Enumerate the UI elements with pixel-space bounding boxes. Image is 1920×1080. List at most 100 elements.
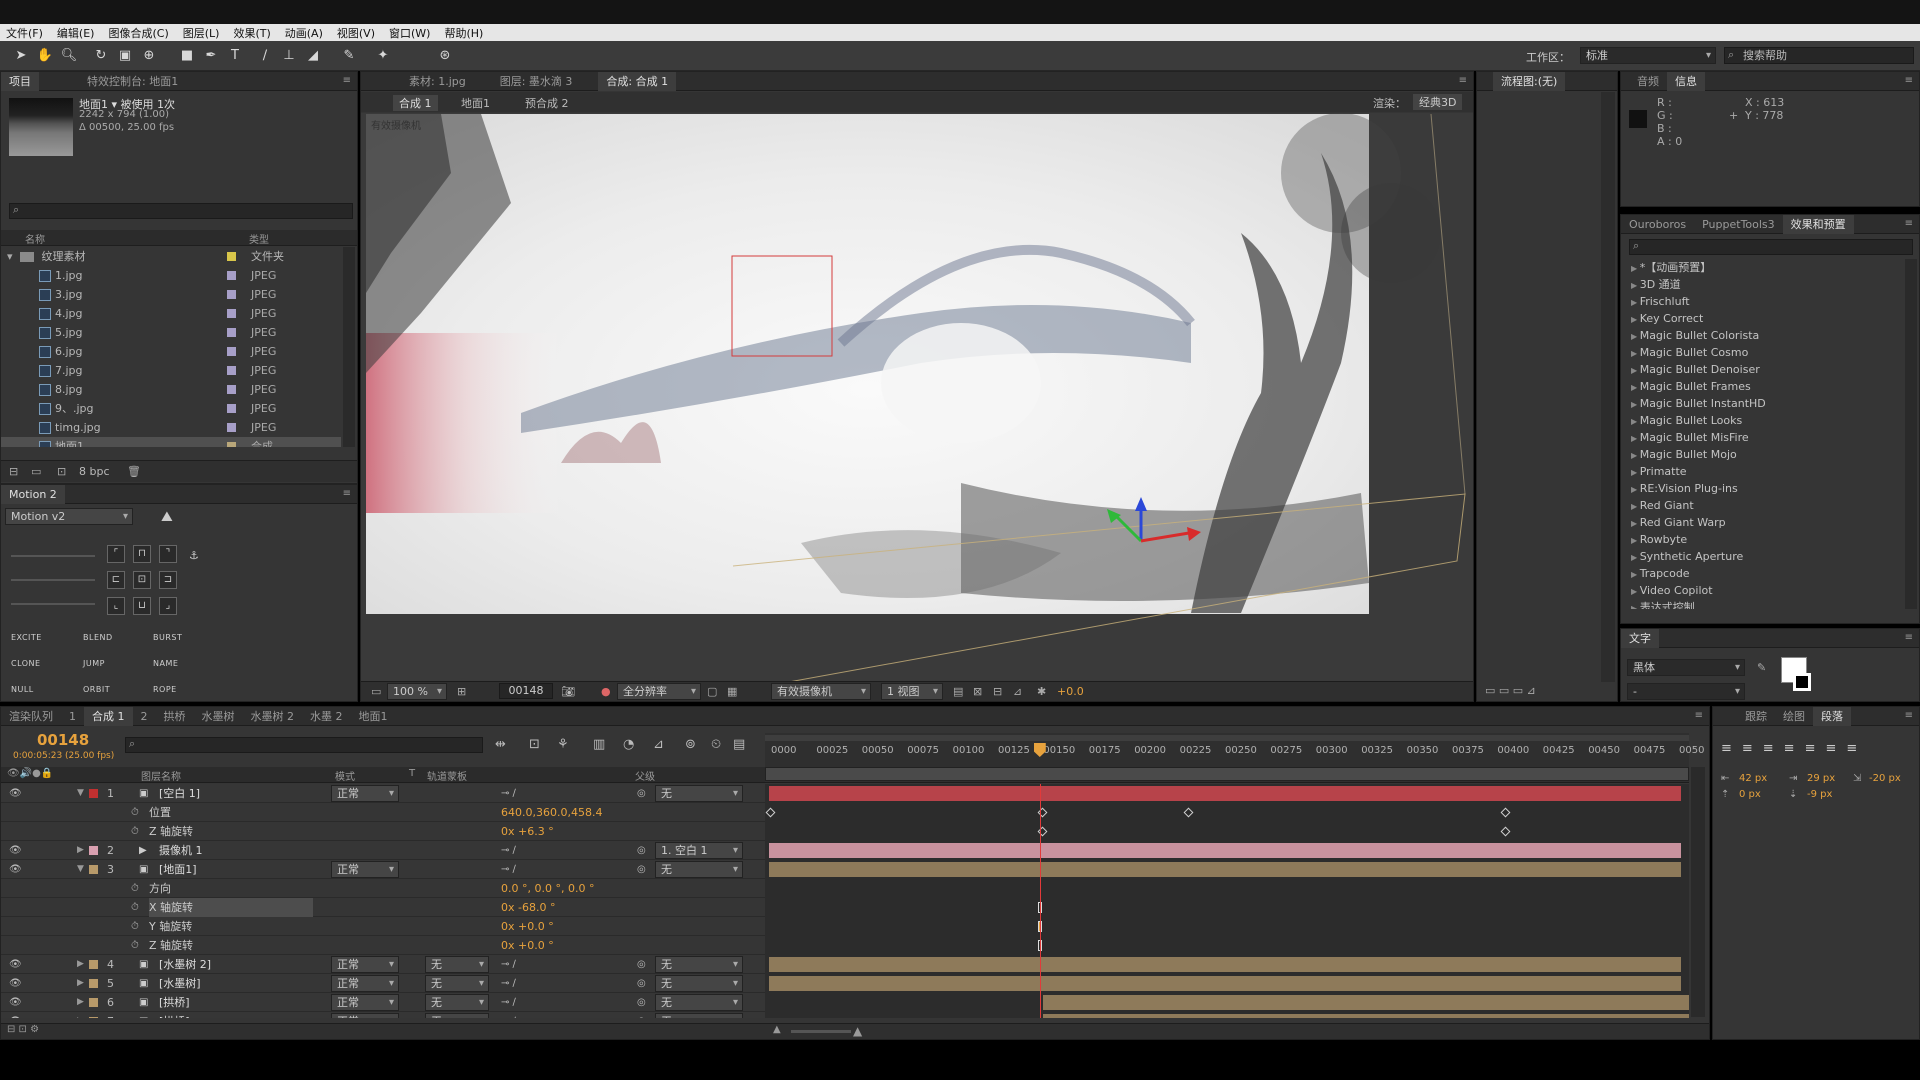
- panel-menu-icon[interactable]: ≡: [1459, 75, 1467, 86]
- keyframe[interactable]: [1501, 826, 1511, 837]
- color-channels-icon[interactable]: ●: [601, 685, 611, 698]
- track-matte-dropdown[interactable]: 无: [425, 975, 489, 992]
- anchor-button-icon[interactable]: ⌝: [159, 545, 177, 563]
- layer-switches-icon[interactable]: ⊸ ∕: [501, 860, 516, 879]
- anchor-button-icon[interactable]: ⊔: [133, 597, 151, 615]
- tab-ouroboros[interactable]: Ouroboros: [1621, 215, 1694, 234]
- tab-info[interactable]: 信息: [1667, 71, 1705, 91]
- layer-row[interactable]: 👁︎ ▶ 6 ▣ [拱桥] 正常 无 ⊸ ∕ ◎ 无: [1, 993, 765, 1012]
- puppet-tool-icon[interactable]: ✦: [374, 47, 392, 65]
- effect-category[interactable]: Rowbyte: [1631, 531, 1687, 548]
- effect-category[interactable]: Trapcode: [1631, 565, 1690, 582]
- tab-puppettools[interactable]: PuppetTools3: [1694, 215, 1783, 234]
- blend-mode-dropdown[interactable]: 正常: [331, 785, 399, 802]
- stopwatch-icon[interactable]: ⏱: [131, 936, 139, 955]
- effect-category[interactable]: *【动画预置】: [1631, 259, 1712, 276]
- timeline-switches-icon[interactable]: ⊟ ⊡ ⚙: [7, 1024, 39, 1035]
- panel-menu-icon[interactable]: ≡: [343, 75, 351, 86]
- column-track-matte[interactable]: 轨道蒙板: [427, 768, 467, 783]
- layer-row[interactable]: 👁︎ ▶ 2 ▶ 摄像机 1 ⊸ ∕ ◎ 1. 空白 1: [1, 841, 765, 860]
- parent-dropdown[interactable]: 无: [655, 956, 743, 973]
- timeline-search-input[interactable]: [125, 737, 483, 753]
- parent-dropdown[interactable]: 无: [655, 1013, 743, 1018]
- effect-category[interactable]: Magic Bullet Frames: [1631, 378, 1751, 395]
- keyframe[interactable]: [765, 807, 776, 818]
- roto-brush-tool-icon[interactable]: ✎: [340, 47, 358, 65]
- list-item[interactable]: 地面1 合成: [1, 437, 341, 447]
- stopwatch-icon[interactable]: ⏱: [131, 898, 139, 917]
- stroke-color-swatch[interactable]: [1793, 673, 1811, 691]
- property-value[interactable]: 0x -68.0 °: [501, 898, 555, 917]
- excite-button[interactable]: EXCITE: [11, 633, 42, 642]
- space-before-value[interactable]: 0 px: [1739, 789, 1761, 800]
- name-button[interactable]: NAME: [153, 659, 178, 668]
- type-tool-icon[interactable]: T: [226, 47, 244, 65]
- layer-duration-bar[interactable]: [769, 786, 1681, 801]
- region-of-interest-icon[interactable]: ▢: [707, 685, 717, 698]
- frame-blending-icon[interactable]: ▥: [593, 737, 605, 752]
- column-layer-name[interactable]: 图层名称: [141, 768, 181, 783]
- current-time-indicator[interactable]: [1039, 784, 1041, 1018]
- menu-view[interactable]: 视图(V): [337, 25, 375, 41]
- label-color[interactable]: [89, 865, 98, 874]
- list-item[interactable]: 7.jpg JPEG: [1, 361, 341, 380]
- label-color[interactable]: [89, 998, 98, 1007]
- list-item[interactable]: 1.jpg JPEG: [1, 266, 341, 285]
- layer-duration-bar[interactable]: [769, 843, 1681, 858]
- effect-category[interactable]: Red Giant: [1631, 497, 1694, 514]
- motion-slider-1[interactable]: [11, 555, 95, 557]
- twirl-icon[interactable]: ▶: [77, 993, 84, 1012]
- panel-menu-icon[interactable]: ≡: [1905, 75, 1913, 86]
- tab-audio[interactable]: 音频: [1629, 72, 1667, 91]
- keyframe[interactable]: [1183, 807, 1194, 818]
- flowchart-scrollbar[interactable]: [1601, 92, 1615, 682]
- eraser-tool-icon[interactable]: ◢: [304, 47, 322, 65]
- tab-effects-presets[interactable]: 效果和预置: [1782, 214, 1854, 234]
- timeline-zoom-slider[interactable]: [791, 1030, 851, 1033]
- label-color[interactable]: [89, 960, 98, 969]
- menu-help[interactable]: 帮助(H): [444, 25, 483, 41]
- selection-tool-icon[interactable]: ➤: [12, 47, 30, 65]
- visibility-icon[interactable]: 👁︎: [9, 974, 22, 993]
- effect-category[interactable]: Magic Bullet MisFire: [1631, 429, 1749, 446]
- timeline-icon[interactable]: ⊟: [993, 685, 1002, 698]
- effect-category[interactable]: 3D 通道: [1631, 276, 1681, 293]
- visibility-icon[interactable]: 👁︎: [9, 955, 22, 974]
- label-color[interactable]: [89, 789, 98, 798]
- label-color[interactable]: [89, 846, 98, 855]
- twirl-icon[interactable]: ▶: [77, 841, 84, 860]
- brush-tool-icon[interactable]: ∕: [256, 47, 274, 65]
- anchor-button-icon[interactable]: ⌟: [159, 597, 177, 615]
- layer-duration-bar[interactable]: [1043, 1014, 1689, 1018]
- stopwatch-icon[interactable]: ⏱: [131, 879, 139, 898]
- new-comp-icon[interactable]: ⊡: [57, 465, 66, 478]
- anchor-icon[interactable]: ⚓: [189, 549, 199, 562]
- tab-comp-1-short[interactable]: 1: [61, 707, 84, 726]
- layer-row[interactable]: 👁︎ ▶ 5 ▣ [水墨树] 正常 无 ⊸ ∕ ◎ 无: [1, 974, 765, 993]
- camera-view-dropdown[interactable]: 有效摄像机: [771, 683, 871, 700]
- list-item[interactable]: 9、.jpg JPEG: [1, 399, 341, 418]
- effect-category[interactable]: Magic Bullet Denoiser: [1631, 361, 1760, 378]
- timeline-timecode[interactable]: 00148: [37, 731, 89, 749]
- effect-category[interactable]: Magic Bullet Cosmo: [1631, 344, 1749, 361]
- pan-behind-tool-icon[interactable]: ⊕: [140, 47, 158, 65]
- keyframe[interactable]: [1501, 807, 1511, 818]
- new-folder-icon[interactable]: ▭: [31, 465, 41, 478]
- breadcrumb-comp1[interactable]: 合成 1: [393, 95, 438, 111]
- list-item[interactable]: 5.jpg JPEG: [1, 323, 341, 342]
- anchor-button-icon[interactable]: ⊐: [159, 571, 177, 589]
- rotate-tool-icon[interactable]: ↻: [92, 47, 110, 65]
- blend-mode-dropdown[interactable]: 正常: [331, 956, 399, 973]
- font-family-dropdown[interactable]: 黑体: [1627, 659, 1745, 676]
- tab-character[interactable]: 文字: [1621, 628, 1659, 648]
- visibility-icon[interactable]: 👁︎: [9, 860, 22, 879]
- clone-stamp-tool-icon[interactable]: ⊥: [280, 47, 298, 65]
- eyedropper-icon[interactable]: ✎: [1757, 661, 1766, 674]
- rectangle-tool-icon[interactable]: ■: [178, 47, 196, 65]
- tab-ink-tree-2[interactable]: 水墨树 2: [243, 707, 303, 726]
- pickwhip-icon[interactable]: ◎: [637, 955, 646, 974]
- renderer-value[interactable]: 经典3D: [1413, 94, 1463, 110]
- layer-duration-bar[interactable]: [769, 862, 1681, 877]
- motion-slider-2[interactable]: [11, 579, 95, 581]
- menu-layer[interactable]: 图层(L): [183, 25, 220, 41]
